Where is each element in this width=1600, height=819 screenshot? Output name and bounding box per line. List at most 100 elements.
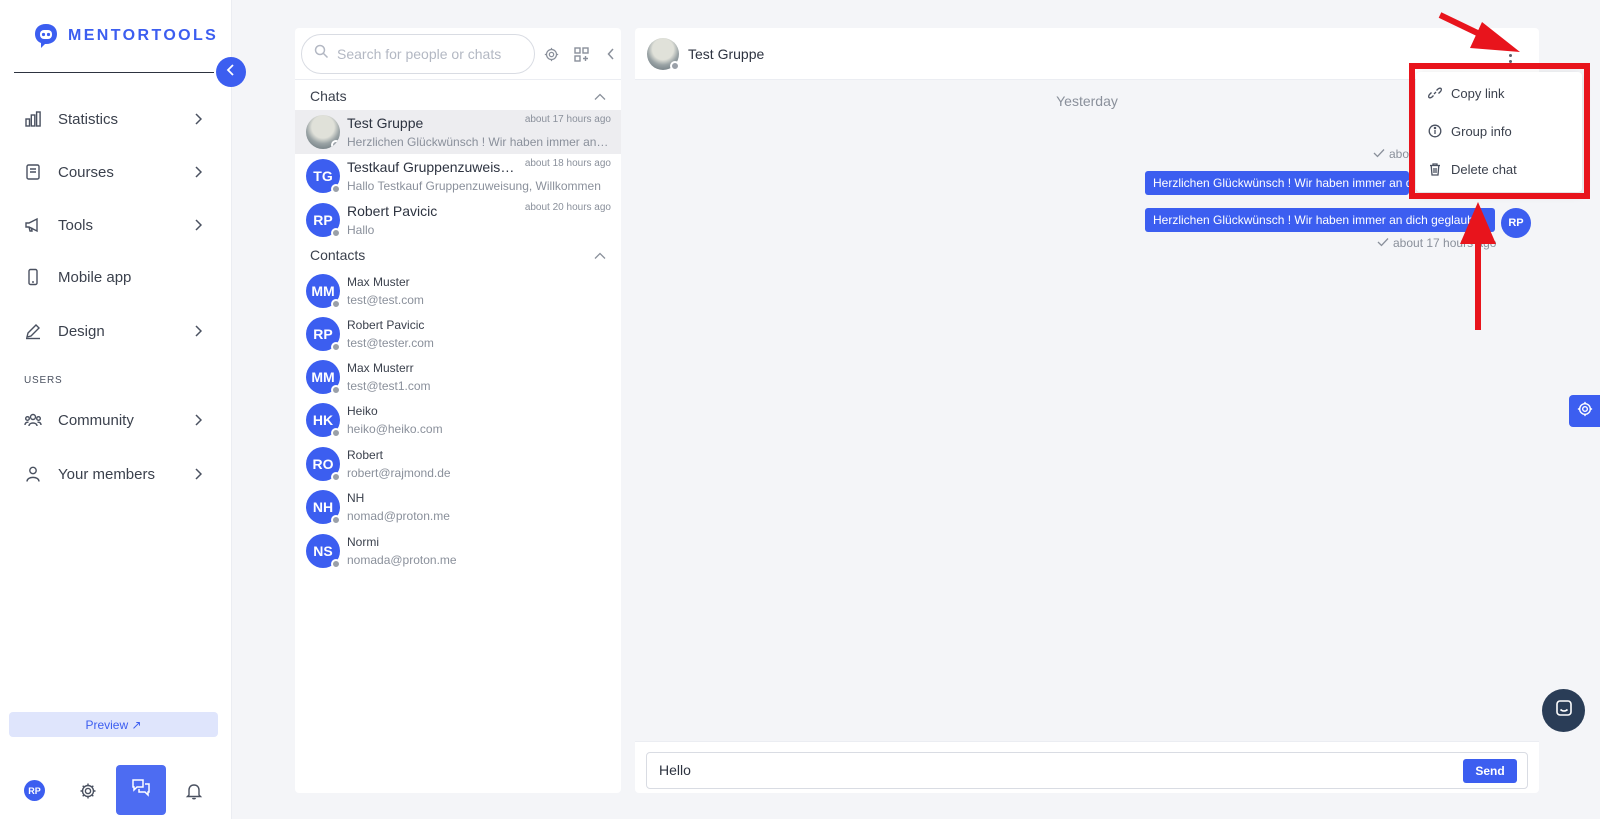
menu-item-label: Group info xyxy=(1451,123,1512,139)
contact-item[interactable]: NS Normi nomada@proton.me xyxy=(295,530,621,574)
composer-field[interactable]: Send xyxy=(646,752,1528,789)
info-icon xyxy=(1428,124,1442,138)
search-input[interactable] xyxy=(337,46,517,62)
message-bubble[interactable]: Herzlichen Glückwünsch ! Wir haben immer… xyxy=(1145,208,1495,232)
contact-item[interactable]: RO Robert robert@rajmond.de xyxy=(295,443,621,487)
avatar: RO xyxy=(306,447,341,482)
chat-item-test-gruppe[interactable]: Test Gruppe about 17 hours ago Herzliche… xyxy=(295,110,621,154)
contact-item[interactable]: RP Robert Pavicic test@tester.com xyxy=(295,313,621,357)
contact-email: nomad@proton.me xyxy=(347,509,450,523)
chat-icon xyxy=(130,777,152,804)
avatar[interactable]: RP xyxy=(24,780,45,801)
contact-item[interactable]: MM Max Muster test@test.com xyxy=(295,270,621,314)
message-bubble[interactable]: Herzlichen Glückwünsch ! Wir haben immer… xyxy=(1145,171,1409,195)
search-field[interactable] xyxy=(301,34,535,74)
chat-name: Test Gruppe xyxy=(347,115,424,131)
chevron-right-icon xyxy=(192,166,204,178)
contacts-section-header[interactable]: Contacts xyxy=(310,245,606,265)
contact-item[interactable]: MM Max Musterr test@test1.com xyxy=(295,356,621,400)
gear-icon[interactable] xyxy=(541,44,561,64)
avatar: TG xyxy=(306,159,341,194)
conversation-panel: Test Gruppe Yesterday abo Herzlichen Glü… xyxy=(635,28,1539,793)
contact-name: Robert xyxy=(347,448,384,462)
contact-name: NH xyxy=(347,491,365,505)
status-dot xyxy=(331,385,341,395)
status-dot xyxy=(331,228,341,238)
sidebar-item-community[interactable]: Community xyxy=(24,402,204,438)
chats-section-header[interactable]: Chats xyxy=(310,86,606,106)
status-dot xyxy=(331,299,341,309)
chevron-right-icon xyxy=(192,414,204,426)
contact-name: Max Musterr xyxy=(347,361,414,375)
conversation-title[interactable]: Test Gruppe xyxy=(688,46,764,62)
chat-name: Robert Pavicic xyxy=(347,203,438,219)
sidebar-item-label: Design xyxy=(58,322,105,340)
contact-email: test@test1.com xyxy=(347,379,431,393)
chevron-right-icon xyxy=(192,219,204,231)
status-dot xyxy=(331,184,341,194)
brand-logo[interactable]: MENTORTOOLS xyxy=(32,22,218,50)
settings-floating-button[interactable] xyxy=(1569,395,1600,427)
sidebar-item-courses[interactable]: Courses xyxy=(24,154,204,190)
menu-item-copy-link[interactable]: Copy link xyxy=(1428,82,1578,104)
chevron-up-icon xyxy=(594,247,606,263)
pencil-icon xyxy=(24,322,42,340)
conversation-header: Test Gruppe xyxy=(635,28,1539,80)
new-group-icon[interactable] xyxy=(571,44,591,64)
sidebar-item-label: Courses xyxy=(58,163,114,181)
chat-list-panel: Chats Test Gruppe about 17 hours ago Her… xyxy=(295,28,621,793)
sidebar-item-design[interactable]: Design xyxy=(24,313,204,349)
chat-options-menu: Copy link Group info Delete chat xyxy=(1416,72,1582,192)
chevron-left-icon[interactable] xyxy=(601,44,621,64)
check-icon xyxy=(1377,236,1389,250)
contact-name: Robert Pavicic xyxy=(347,318,425,332)
chat-item-robert-pavicic[interactable]: RP Robert Pavicic about 20 hours ago Hal… xyxy=(295,198,621,242)
sidebar-collapse-button[interactable] xyxy=(216,57,246,87)
contact-name: Normi xyxy=(347,535,379,549)
sidebar-item-statistics[interactable]: Statistics xyxy=(24,101,204,137)
status-dot xyxy=(331,472,341,482)
avatar xyxy=(306,115,340,149)
status-dot xyxy=(331,515,341,525)
contact-email: test@tester.com xyxy=(347,336,434,350)
sidebar-item-tools[interactable]: Tools xyxy=(24,207,204,243)
contact-item[interactable]: NH NH nomad@proton.me xyxy=(295,486,621,530)
contact-item[interactable]: HK Heiko heiko@heiko.com xyxy=(295,399,621,443)
status-dot xyxy=(331,342,341,352)
support-chat-button[interactable] xyxy=(1542,689,1585,732)
menu-item-group-info[interactable]: Group info xyxy=(1428,120,1578,142)
avatar[interactable] xyxy=(647,38,680,71)
divider xyxy=(295,79,621,80)
sidebar-item-mobile-app[interactable]: Mobile app xyxy=(24,259,204,295)
contact-email: nomada@proton.me xyxy=(347,553,457,567)
avatar-initials: RP xyxy=(313,326,333,342)
search-row xyxy=(301,34,615,74)
chat-time: about 18 hours ago xyxy=(524,158,611,169)
avatar: RP xyxy=(1501,208,1531,238)
preview-button[interactable]: Preview ↗ xyxy=(9,712,218,737)
sidebar-item-label: Community xyxy=(58,411,134,429)
link-icon xyxy=(1428,86,1442,100)
more-options-icon[interactable] xyxy=(1504,44,1516,66)
menu-item-delete-chat[interactable]: Delete chat xyxy=(1428,158,1578,180)
gear-icon[interactable] xyxy=(77,780,99,802)
message-input[interactable] xyxy=(659,762,1419,778)
avatar-initials: TG xyxy=(313,168,333,184)
logo-divider xyxy=(14,72,214,73)
bell-icon[interactable] xyxy=(183,780,205,802)
avatar: NS xyxy=(306,534,341,569)
avatar-initials: MM xyxy=(311,283,335,299)
chat-item-testkauf[interactable]: TG Testkauf Gruppenzuweisung about 18 ho… xyxy=(295,154,621,198)
users-section-label: USERS xyxy=(24,375,63,386)
sidebar-item-your-members[interactable]: Your members xyxy=(24,456,204,492)
chat-nav-button[interactable] xyxy=(116,765,166,815)
sidebar: MENTORTOOLS Statistics Courses Tools Mob… xyxy=(0,0,232,819)
avatar: MM xyxy=(306,274,341,309)
avatar-initials: MM xyxy=(311,369,335,385)
robot-logo-icon xyxy=(35,24,57,48)
message-time: about 17 hours ago xyxy=(1393,236,1497,250)
send-button[interactable]: Send xyxy=(1463,759,1517,783)
menu-item-label: Delete chat xyxy=(1451,161,1517,177)
chevron-left-icon xyxy=(226,63,236,81)
chat-time: about 17 hours ago xyxy=(524,114,611,125)
